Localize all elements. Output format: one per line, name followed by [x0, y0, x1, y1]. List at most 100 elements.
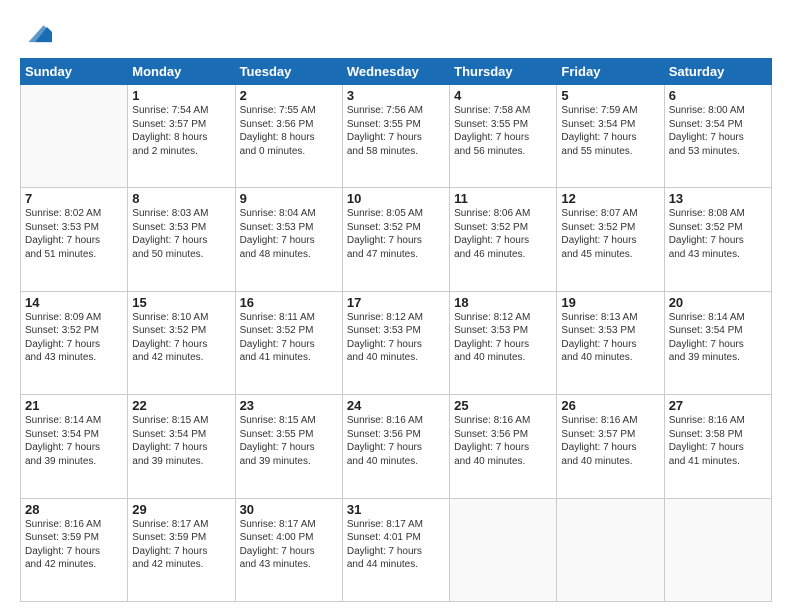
cell-info: Sunrise: 8:15 AMSunset: 3:55 PMDaylight:… [240, 414, 338, 468]
cell-info: Sunrise: 8:14 AMSunset: 3:54 PMDaylight:… [669, 311, 767, 365]
day-number: 25 [454, 398, 552, 413]
day-number: 22 [132, 398, 230, 413]
day-number: 15 [132, 295, 230, 310]
calendar-cell: 29Sunrise: 8:17 AMSunset: 3:59 PMDayligh… [128, 498, 235, 601]
day-number: 23 [240, 398, 338, 413]
page: SundayMondayTuesdayWednesdayThursdayFrid… [0, 0, 792, 612]
calendar-cell: 16Sunrise: 8:11 AMSunset: 3:52 PMDayligh… [235, 291, 342, 394]
cell-info: Sunrise: 8:17 AMSunset: 4:01 PMDaylight:… [347, 518, 445, 572]
day-number: 1 [132, 88, 230, 103]
day-number: 13 [669, 191, 767, 206]
cell-info: Sunrise: 8:16 AMSunset: 3:59 PMDaylight:… [25, 518, 123, 572]
day-number: 28 [25, 502, 123, 517]
cell-info: Sunrise: 7:56 AMSunset: 3:55 PMDaylight:… [347, 104, 445, 158]
weekday-wednesday: Wednesday [342, 59, 449, 85]
calendar-cell: 23Sunrise: 8:15 AMSunset: 3:55 PMDayligh… [235, 395, 342, 498]
calendar-cell: 20Sunrise: 8:14 AMSunset: 3:54 PMDayligh… [664, 291, 771, 394]
calendar-cell: 12Sunrise: 8:07 AMSunset: 3:52 PMDayligh… [557, 188, 664, 291]
calendar-cell: 26Sunrise: 8:16 AMSunset: 3:57 PMDayligh… [557, 395, 664, 498]
cell-info: Sunrise: 7:59 AMSunset: 3:54 PMDaylight:… [561, 104, 659, 158]
day-number: 18 [454, 295, 552, 310]
calendar-cell: 22Sunrise: 8:15 AMSunset: 3:54 PMDayligh… [128, 395, 235, 498]
day-number: 10 [347, 191, 445, 206]
calendar-cell: 10Sunrise: 8:05 AMSunset: 3:52 PMDayligh… [342, 188, 449, 291]
calendar-table: SundayMondayTuesdayWednesdayThursdayFrid… [20, 58, 772, 602]
day-number: 29 [132, 502, 230, 517]
week-row-2: 7Sunrise: 8:02 AMSunset: 3:53 PMDaylight… [21, 188, 772, 291]
cell-info: Sunrise: 7:54 AMSunset: 3:57 PMDaylight:… [132, 104, 230, 158]
cell-info: Sunrise: 8:17 AMSunset: 4:00 PMDaylight:… [240, 518, 338, 572]
day-number: 21 [25, 398, 123, 413]
day-number: 8 [132, 191, 230, 206]
calendar-cell: 21Sunrise: 8:14 AMSunset: 3:54 PMDayligh… [21, 395, 128, 498]
calendar-cell: 24Sunrise: 8:16 AMSunset: 3:56 PMDayligh… [342, 395, 449, 498]
header [20, 18, 772, 46]
day-number: 7 [25, 191, 123, 206]
cell-info: Sunrise: 8:02 AMSunset: 3:53 PMDaylight:… [25, 207, 123, 261]
calendar-cell: 13Sunrise: 8:08 AMSunset: 3:52 PMDayligh… [664, 188, 771, 291]
calendar-cell: 6Sunrise: 8:00 AMSunset: 3:54 PMDaylight… [664, 85, 771, 188]
cell-info: Sunrise: 8:17 AMSunset: 3:59 PMDaylight:… [132, 518, 230, 572]
calendar-cell: 7Sunrise: 8:02 AMSunset: 3:53 PMDaylight… [21, 188, 128, 291]
day-number: 26 [561, 398, 659, 413]
calendar-cell [664, 498, 771, 601]
day-number: 24 [347, 398, 445, 413]
week-row-1: 1Sunrise: 7:54 AMSunset: 3:57 PMDaylight… [21, 85, 772, 188]
cell-info: Sunrise: 8:16 AMSunset: 3:56 PMDaylight:… [347, 414, 445, 468]
cell-info: Sunrise: 8:13 AMSunset: 3:53 PMDaylight:… [561, 311, 659, 365]
cell-info: Sunrise: 8:09 AMSunset: 3:52 PMDaylight:… [25, 311, 123, 365]
calendar-cell: 4Sunrise: 7:58 AMSunset: 3:55 PMDaylight… [450, 85, 557, 188]
calendar-cell: 25Sunrise: 8:16 AMSunset: 3:56 PMDayligh… [450, 395, 557, 498]
calendar-cell: 18Sunrise: 8:12 AMSunset: 3:53 PMDayligh… [450, 291, 557, 394]
calendar-cell [450, 498, 557, 601]
weekday-tuesday: Tuesday [235, 59, 342, 85]
calendar-cell: 19Sunrise: 8:13 AMSunset: 3:53 PMDayligh… [557, 291, 664, 394]
cell-info: Sunrise: 8:05 AMSunset: 3:52 PMDaylight:… [347, 207, 445, 261]
day-number: 12 [561, 191, 659, 206]
weekday-monday: Monday [128, 59, 235, 85]
day-number: 4 [454, 88, 552, 103]
cell-info: Sunrise: 8:10 AMSunset: 3:52 PMDaylight:… [132, 311, 230, 365]
cell-info: Sunrise: 8:07 AMSunset: 3:52 PMDaylight:… [561, 207, 659, 261]
week-row-5: 28Sunrise: 8:16 AMSunset: 3:59 PMDayligh… [21, 498, 772, 601]
day-number: 20 [669, 295, 767, 310]
calendar-cell: 14Sunrise: 8:09 AMSunset: 3:52 PMDayligh… [21, 291, 128, 394]
weekday-sunday: Sunday [21, 59, 128, 85]
day-number: 17 [347, 295, 445, 310]
day-number: 2 [240, 88, 338, 103]
cell-info: Sunrise: 7:55 AMSunset: 3:56 PMDaylight:… [240, 104, 338, 158]
calendar-cell: 31Sunrise: 8:17 AMSunset: 4:01 PMDayligh… [342, 498, 449, 601]
day-number: 11 [454, 191, 552, 206]
day-number: 5 [561, 88, 659, 103]
calendar-cell: 28Sunrise: 8:16 AMSunset: 3:59 PMDayligh… [21, 498, 128, 601]
cell-info: Sunrise: 8:16 AMSunset: 3:56 PMDaylight:… [454, 414, 552, 468]
calendar-cell: 2Sunrise: 7:55 AMSunset: 3:56 PMDaylight… [235, 85, 342, 188]
logo [20, 18, 56, 46]
week-row-4: 21Sunrise: 8:14 AMSunset: 3:54 PMDayligh… [21, 395, 772, 498]
weekday-saturday: Saturday [664, 59, 771, 85]
cell-info: Sunrise: 8:14 AMSunset: 3:54 PMDaylight:… [25, 414, 123, 468]
cell-info: Sunrise: 8:06 AMSunset: 3:52 PMDaylight:… [454, 207, 552, 261]
cell-info: Sunrise: 8:11 AMSunset: 3:52 PMDaylight:… [240, 311, 338, 365]
weekday-friday: Friday [557, 59, 664, 85]
calendar-cell: 8Sunrise: 8:03 AMSunset: 3:53 PMDaylight… [128, 188, 235, 291]
cell-info: Sunrise: 8:15 AMSunset: 3:54 PMDaylight:… [132, 414, 230, 468]
calendar-cell: 27Sunrise: 8:16 AMSunset: 3:58 PMDayligh… [664, 395, 771, 498]
cell-info: Sunrise: 8:04 AMSunset: 3:53 PMDaylight:… [240, 207, 338, 261]
cell-info: Sunrise: 8:12 AMSunset: 3:53 PMDaylight:… [454, 311, 552, 365]
cell-info: Sunrise: 8:16 AMSunset: 3:58 PMDaylight:… [669, 414, 767, 468]
calendar-cell: 1Sunrise: 7:54 AMSunset: 3:57 PMDaylight… [128, 85, 235, 188]
weekday-header-row: SundayMondayTuesdayWednesdayThursdayFrid… [21, 59, 772, 85]
calendar-cell: 11Sunrise: 8:06 AMSunset: 3:52 PMDayligh… [450, 188, 557, 291]
day-number: 16 [240, 295, 338, 310]
calendar-cell: 17Sunrise: 8:12 AMSunset: 3:53 PMDayligh… [342, 291, 449, 394]
cell-info: Sunrise: 8:12 AMSunset: 3:53 PMDaylight:… [347, 311, 445, 365]
generalblue-icon [20, 18, 52, 46]
cell-info: Sunrise: 7:58 AMSunset: 3:55 PMDaylight:… [454, 104, 552, 158]
calendar-cell [557, 498, 664, 601]
day-number: 6 [669, 88, 767, 103]
day-number: 31 [347, 502, 445, 517]
day-number: 9 [240, 191, 338, 206]
day-number: 3 [347, 88, 445, 103]
cell-info: Sunrise: 8:03 AMSunset: 3:53 PMDaylight:… [132, 207, 230, 261]
